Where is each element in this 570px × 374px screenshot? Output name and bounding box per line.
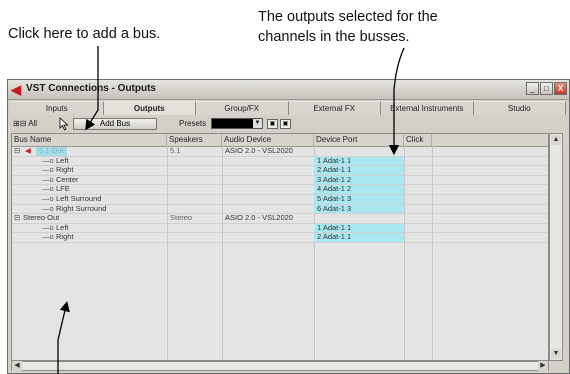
table-row[interactable]: —o Left 1 Adat-1 1 <box>12 222 548 234</box>
device-port-cell[interactable]: 3 Adat-1 2 <box>314 175 404 185</box>
speaker-icon[interactable]: ◀ <box>25 146 31 156</box>
bus-name-cell[interactable]: Left <box>56 156 69 166</box>
window-title: VST Connections - Outputs <box>26 83 156 94</box>
scroll-left-icon[interactable]: ◀ <box>12 361 22 371</box>
device-port-cell[interactable]: 6 Adat-1 3 <box>314 204 404 214</box>
audio-device-cell[interactable]: ASIO 2.0 - VSL2020 <box>225 214 293 223</box>
tab-external-instruments[interactable]: External Instruments <box>381 101 474 115</box>
outputs-annotation-line2: channels in the busses. <box>258 29 410 45</box>
tree-branch-icon: —o <box>42 193 54 203</box>
table-row[interactable]: ⊟ ◀ 5.1 Out 5.1 ASIO 2.0 - VSL2020 <box>12 146 548 157</box>
device-port-cell[interactable] <box>314 147 404 156</box>
presets-label: Presets <box>179 119 207 128</box>
device-port-cell[interactable]: 1 Adat-1 1 <box>314 156 404 166</box>
save-preset-icon[interactable]: ▣ <box>267 119 278 129</box>
collapse-icon[interactable]: ⊟ <box>14 214 20 223</box>
speakers-cell: 5.1 <box>170 146 181 155</box>
scroll-up-icon[interactable]: ▲ <box>551 135 561 145</box>
chevron-down-icon: ▼ <box>253 119 262 128</box>
tab-outputs[interactable]: Outputs <box>103 101 196 115</box>
vst-logo-icon: ◀ <box>11 82 21 97</box>
title-bar[interactable]: ◀ VST Connections - Outputs _ □ X <box>8 80 569 100</box>
bus-name-cell[interactable]: Left <box>56 223 69 233</box>
tree-branch-icon: —o <box>42 232 54 242</box>
table-row[interactable]: —o Center 3 Adat-1 2 <box>12 174 548 186</box>
device-port-cell[interactable]: 1 Adat-1 1 <box>314 223 404 233</box>
tree-branch-icon: —o <box>42 165 54 175</box>
tab-external-fx[interactable]: External FX <box>288 101 381 115</box>
device-port-cell[interactable]: 2 Adat-1 1 <box>314 233 404 242</box>
close-button[interactable]: X <box>554 82 567 95</box>
column-device-port[interactable]: Device Port <box>314 134 404 146</box>
tab-group-fx[interactable]: Group/FX <box>196 101 289 115</box>
tree-branch-icon: —o <box>42 155 54 165</box>
bus-name-cell[interactable]: Right <box>56 233 74 242</box>
table-row[interactable]: —o Right 2 Adat-1 1 <box>12 166 548 176</box>
column-bus-name[interactable]: Bus Name <box>12 134 167 146</box>
outputs-annotation-line1: The outputs selected for the <box>258 9 438 25</box>
add-bus-annotation: Click here to add a bus. <box>8 26 161 42</box>
tab-studio[interactable]: Studio <box>473 101 566 115</box>
tree-branch-icon: —o <box>42 184 54 194</box>
bus-name-cell[interactable]: Stereo Out <box>23 214 59 223</box>
tree-branch-icon: —o <box>42 222 54 232</box>
device-port-cell[interactable]: 2 Adat-1 1 <box>314 166 404 175</box>
bus-name-cell[interactable]: Center <box>56 175 79 185</box>
device-port-cell[interactable]: 4 Adat-1 2 <box>314 185 404 194</box>
maximize-button[interactable]: □ <box>540 82 553 95</box>
tree-branch-icon: —o <box>42 174 54 184</box>
device-port-cell[interactable] <box>314 214 404 223</box>
expand-all-button[interactable]: ⊞⊟ All <box>13 117 37 131</box>
presets-dropdown[interactable]: ▼ <box>211 118 263 129</box>
collapse-icon[interactable]: ⊟ <box>14 146 20 156</box>
tree-branch-icon: —o <box>42 203 54 213</box>
bus-name-cell[interactable]: Right Surround <box>56 204 106 214</box>
bus-table: Bus Name Speakers Audio Device Device Po… <box>11 133 549 361</box>
tab-inputs[interactable]: Inputs <box>11 101 104 115</box>
table-row[interactable]: —o Right 2 Adat-1 1 <box>12 233 548 243</box>
vertical-scrollbar[interactable]: ▲ ▼ <box>549 133 563 361</box>
vst-connections-window: ◀ VST Connections - Outputs _ □ X Inputs… <box>7 79 570 374</box>
table-row[interactable]: ⊟ Stereo Out Stereo ASIO 2.0 - VSL2020 <box>12 214 548 224</box>
horizontal-scrollbar[interactable]: ◀ ▶ <box>11 361 549 371</box>
scroll-down-icon[interactable]: ▼ <box>551 349 561 359</box>
column-audio-device[interactable]: Audio Device <box>222 134 314 146</box>
tab-bar: Inputs Outputs Group/FX External FX Exte… <box>11 101 566 115</box>
minimize-button[interactable]: _ <box>526 82 539 95</box>
column-click[interactable]: Click <box>404 134 432 146</box>
add-bus-button[interactable]: Add Bus <box>73 118 157 130</box>
table-row[interactable]: —o Left 1 Adat-1 1 <box>12 155 548 167</box>
bus-name-cell[interactable]: LFE <box>56 185 70 194</box>
table-rows: ⊟ ◀ 5.1 Out 5.1 ASIO 2.0 - VSL2020 —o Left 1 Ad… <box>12 146 548 243</box>
cursor-icon <box>59 117 69 131</box>
bus-name-cell[interactable]: Right <box>56 166 74 175</box>
column-speakers[interactable]: Speakers <box>167 134 222 146</box>
bus-name-cell[interactable]: 5.1 Out <box>36 146 67 156</box>
device-port-cell[interactable]: 5 Adat-1 3 <box>314 194 404 204</box>
bus-name-cell[interactable]: Left Surround <box>56 194 101 204</box>
delete-preset-icon[interactable]: ▣ <box>280 119 291 129</box>
toolbar: ⊞⊟ All Add Bus Presets ▼ ▣ ▣ <box>11 117 566 131</box>
scroll-right-icon[interactable]: ▶ <box>538 361 548 371</box>
speakers-cell: Stereo <box>170 213 193 223</box>
audio-device-cell[interactable]: ASIO 2.0 - VSL2020 <box>225 146 293 156</box>
